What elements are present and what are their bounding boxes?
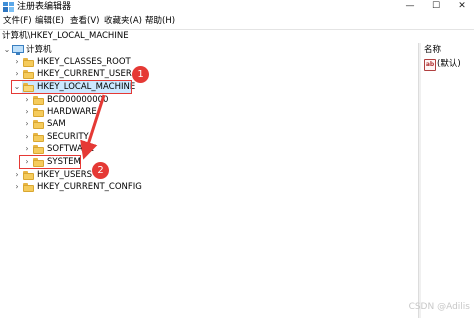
title-bar: 注册表编辑器 — ☐ ✕ (0, 0, 474, 14)
menu-help[interactable]: 帮助(H) (145, 15, 175, 27)
address-bar[interactable]: 计算机\HKEY_LOCAL_MACHINE (0, 29, 474, 44)
values-pane: 名称 ab (默认) (421, 43, 474, 318)
column-header-name[interactable]: 名称 (424, 45, 441, 56)
annotation-badge-1: 1 (132, 66, 149, 83)
menu-favorites[interactable]: 收藏夹(A) (104, 15, 142, 27)
string-value-icon: ab (424, 59, 436, 71)
tree-pane: ⌄ 计算机 › HKEY_CLASSES_ROOT › HKEY_CURRENT… (0, 43, 418, 318)
menu-edit[interactable]: 编辑(E) (35, 15, 64, 27)
watermark: CSDN @Adilis (408, 302, 470, 312)
close-button[interactable]: ✕ (448, 0, 474, 14)
minimize-button[interactable]: — (396, 0, 424, 14)
value-name: (默认) (437, 59, 461, 69)
menu-file[interactable]: 文件(F) (3, 15, 32, 27)
menu-view[interactable]: 查看(V) (70, 15, 99, 27)
menu-bar: 文件(F) 编辑(E) 查看(V) 收藏夹(A) 帮助(H) (0, 14, 474, 28)
window-title: 注册表编辑器 (17, 2, 72, 12)
annotation-badge-2: 2 (92, 162, 109, 179)
address-path[interactable]: 计算机\HKEY_LOCAL_MACHINE (2, 30, 129, 43)
registry-app-icon (3, 2, 14, 12)
annotation-arrow (80, 94, 106, 160)
maximize-button[interactable]: ☐ (422, 0, 450, 14)
